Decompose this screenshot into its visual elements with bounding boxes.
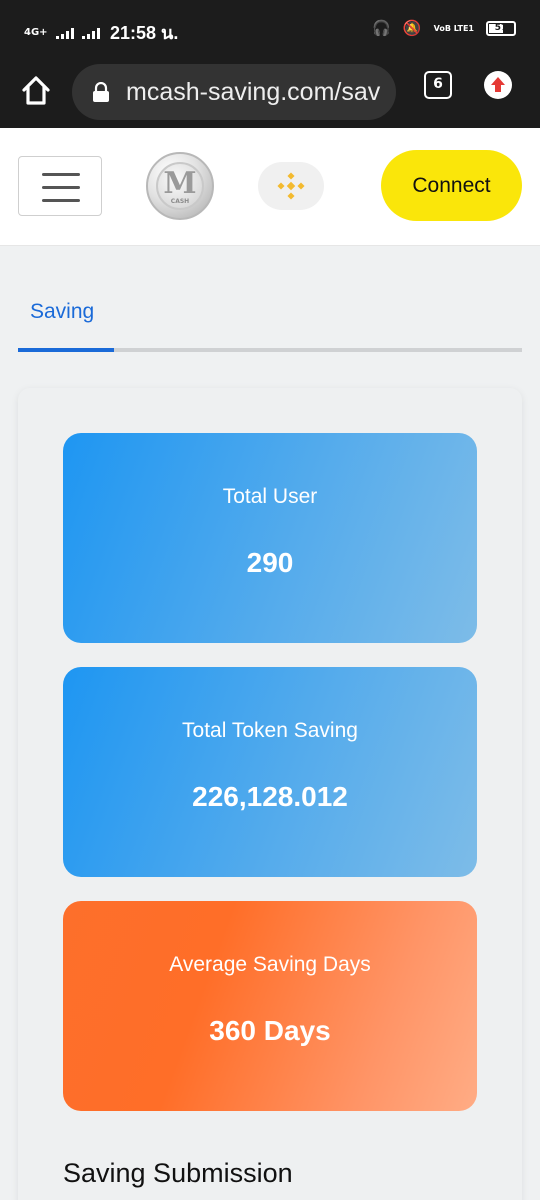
lock-icon: [93, 82, 109, 102]
tab-saving[interactable]: Saving: [30, 300, 94, 324]
network-type: 4G+: [24, 26, 48, 38]
update-icon[interactable]: [484, 71, 512, 99]
binance-icon: [277, 172, 305, 200]
connect-wallet-button[interactable]: Connect: [381, 150, 522, 221]
stat-label: Average Saving Days: [169, 953, 371, 976]
battery-icon: 57: [486, 20, 516, 36]
stat-total-token-saving: Total Token Saving 226,128.012: [63, 667, 477, 877]
status-right: 🎧 🔕 VoB LTE1 57: [372, 18, 516, 38]
logo-subtext: CASH: [170, 198, 190, 205]
status-left: 4G+ 21:58 น.: [24, 18, 178, 47]
status-bar: 4G+ 21:58 น. 🎧 🔕 VoB LTE1 57: [0, 0, 540, 60]
tab-active-indicator: [18, 348, 114, 352]
silent-bell-icon: 🔕: [402, 19, 422, 37]
stat-value: 226,128.012: [192, 781, 348, 812]
browser-bar: mcash-saving.com/sav 6: [0, 60, 540, 128]
logo-letter: M: [163, 166, 197, 201]
site-header: M CASH Connect: [0, 128, 540, 246]
logo-inner: M CASH: [156, 162, 204, 210]
volte-icon: VoB LTE1: [433, 23, 474, 33]
stat-label: Total User: [222, 485, 318, 508]
stat-average-saving-days: Average Saving Days 360 Days: [63, 901, 477, 1111]
tab-switcher-button[interactable]: 6: [424, 71, 452, 99]
signal-icon: [56, 27, 74, 39]
section-title: Saving Submission: [63, 1158, 293, 1188]
stat-total-user: Total User 290: [63, 433, 477, 643]
tab-track: [18, 348, 522, 352]
home-icon[interactable]: [16, 70, 56, 110]
clock: 21:58 น.: [110, 23, 179, 43]
chain-selector-button[interactable]: [258, 162, 324, 210]
signal-icon-2: [82, 27, 100, 39]
url-text: mcash-saving.com/sav: [126, 78, 381, 106]
battery-level: 57: [494, 22, 508, 33]
stat-value: 360 Days: [209, 1015, 331, 1046]
mcash-logo[interactable]: M CASH: [146, 152, 214, 220]
hamburger-menu-button[interactable]: [18, 156, 102, 216]
saving-card: Total User 290 Total Token Saving 226,12…: [18, 388, 522, 1200]
stat-label: Total Token Saving: [182, 719, 358, 742]
url-bar[interactable]: mcash-saving.com/sav: [72, 64, 396, 120]
headphones-icon: 🎧: [372, 19, 391, 37]
stat-value: 290: [246, 547, 294, 578]
